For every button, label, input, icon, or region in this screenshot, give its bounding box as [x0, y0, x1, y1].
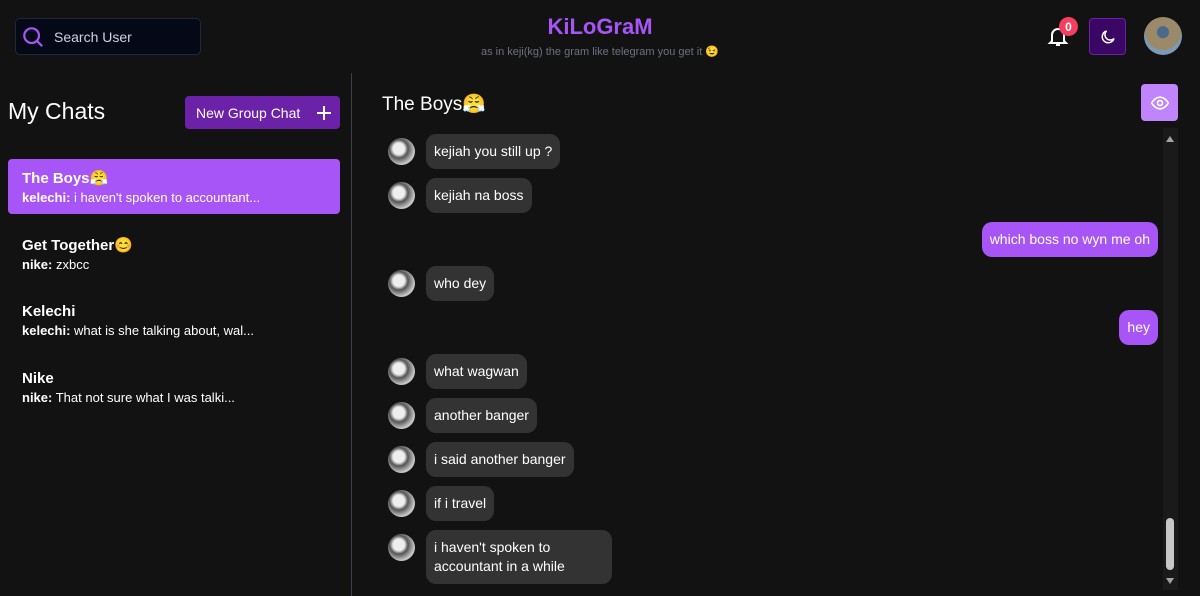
theme-toggle-button[interactable] — [1089, 18, 1126, 55]
preview-text: what is she talking about, wal... — [74, 323, 254, 338]
message-bubble: kejiah na boss — [426, 178, 532, 213]
message-bubble: who dey — [426, 266, 495, 301]
sender-avatar — [388, 490, 415, 517]
message-bubble: what wagwan — [426, 354, 527, 389]
sender-avatar — [388, 446, 415, 473]
chat-name: Kelechi — [22, 303, 76, 320]
chat-list: The Boys😤 kelechi: i haven't spoken to ac… — [8, 159, 340, 427]
app-subtitle: as in keji(kg) the gram like telegram yo… — [480, 46, 720, 58]
message: hey — [388, 310, 1158, 345]
divider — [351, 73, 352, 596]
chat-preview: kelechi: what is she talking about, wal.… — [22, 323, 326, 338]
sender-avatar — [388, 534, 415, 561]
message-bubble: kejiah you still up ? — [426, 134, 561, 169]
preview-text: i haven't spoken to accountant... — [74, 190, 261, 205]
message: i haven't spoken to accountant in a whil… — [388, 530, 1158, 584]
view-details-button[interactable] — [1141, 84, 1178, 121]
preview-text: That not sure what I was talki... — [55, 390, 235, 405]
scrollbar[interactable] — [1163, 128, 1178, 590]
message: what wagwan — [388, 354, 1158, 389]
message: kejiah na boss — [388, 178, 1158, 213]
sender-avatar — [388, 138, 415, 165]
chat-list-item[interactable]: Kelechi kelechi: what is she talking abou… — [8, 293, 340, 348]
sender-avatar — [388, 402, 415, 429]
chat-list-item[interactable]: The Boys😤 kelechi: i haven't spoken to ac… — [8, 159, 340, 214]
message-bubble: i haven't spoken to accountant in a whil… — [426, 530, 612, 584]
notification-badge: 0 — [1059, 17, 1078, 36]
message-bubble: if i travel — [426, 486, 495, 521]
message-bubble: hey — [1119, 310, 1158, 345]
preview-sender: kelechi: — [22, 323, 71, 338]
sender-avatar — [388, 182, 415, 209]
my-chats-heading: My Chats — [8, 98, 106, 124]
brand: KiLoGraM as in keji(kg) the gram like te… — [0, 14, 1200, 58]
user-avatar[interactable] — [1144, 17, 1182, 55]
chat-title: The Boys😤 — [382, 94, 486, 115]
message-bubble: which boss no wyn me oh — [981, 222, 1158, 257]
chat-preview: nike: That not sure what I was talki... — [22, 390, 326, 405]
preview-sender: kelechi: — [22, 190, 71, 205]
sender-avatar — [388, 270, 415, 297]
message-bubble: another banger — [426, 398, 537, 433]
scroll-thumb[interactable] — [1166, 518, 1174, 570]
app-title: KiLoGraM — [547, 14, 653, 39]
chat-name: The Boys😤 — [22, 170, 109, 187]
message-bubble: i said another banger — [426, 442, 574, 477]
message: which boss no wyn me oh — [388, 222, 1158, 257]
chat-preview: nike: zxbcc — [22, 257, 326, 272]
preview-sender: nike: — [22, 390, 53, 405]
chat-list-item[interactable]: Nike nike: That not sure what I was talki… — [8, 360, 340, 415]
message: another banger — [388, 398, 1158, 433]
chat-name: Get Together😊 — [22, 237, 133, 254]
message: i said another banger — [388, 442, 1158, 477]
new-group-chat-button[interactable]: New Group Chat — [185, 96, 340, 129]
preview-sender: nike: — [22, 257, 53, 272]
chat-list-item[interactable]: Get Together😊 nike: zxbcc — [8, 226, 340, 281]
preview-text: zxbcc — [55, 257, 90, 272]
plus-icon — [317, 105, 332, 120]
new-group-label: New Group Chat — [196, 104, 301, 121]
sender-avatar — [388, 358, 415, 385]
message: who dey — [388, 266, 1158, 301]
message: kejiah you still up ? — [388, 134, 1158, 169]
scroll-up-arrow[interactable] — [1166, 136, 1174, 142]
message-list: kejiah you still up ? kejiah na boss which… — [388, 134, 1158, 584]
moon-icon — [1101, 29, 1115, 43]
chat-name: Nike — [22, 370, 54, 387]
eye-icon — [1150, 95, 1169, 110]
chat-preview: kelechi: i haven't spoken to accountant.… — [22, 190, 326, 205]
message: if i travel — [388, 486, 1158, 521]
scroll-down-arrow[interactable] — [1166, 578, 1174, 584]
